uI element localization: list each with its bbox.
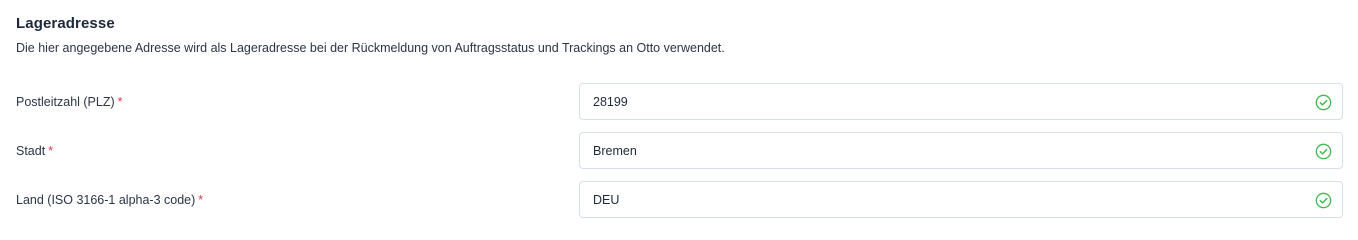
- city-value: Bremen: [593, 144, 637, 158]
- required-marker: *: [117, 95, 123, 109]
- section-title: Lageradresse: [16, 15, 115, 32]
- postal-code-label-text: Postleitzahl (PLZ): [16, 95, 115, 109]
- check-circle-icon: [1315, 94, 1332, 111]
- postal-code-value: 28199: [593, 95, 628, 109]
- section-description: Die hier angegebene Adresse wird als Lag…: [16, 41, 725, 55]
- country-value: DEU: [593, 193, 620, 207]
- warehouse-address-section: Lageradresse Die hier angegebene Adresse…: [0, 0, 1358, 239]
- country-input[interactable]: DEU: [579, 181, 1343, 218]
- required-marker: *: [198, 193, 204, 207]
- required-marker: *: [48, 144, 54, 158]
- country-label: Land (ISO 3166-1 alpha-3 code) *: [16, 193, 203, 207]
- check-circle-icon: [1315, 143, 1332, 160]
- city-label: Stadt *: [16, 144, 53, 158]
- form-row-country: Land (ISO 3166-1 alpha-3 code) * DEU: [0, 181, 1358, 220]
- postal-code-label: Postleitzahl (PLZ) *: [16, 95, 123, 109]
- postal-code-input[interactable]: 28199: [579, 83, 1343, 120]
- city-label-text: Stadt: [16, 144, 46, 158]
- form-row-city: Stadt * Bremen: [0, 132, 1358, 171]
- check-circle-icon: [1315, 192, 1332, 209]
- form-row-postal-code: Postleitzahl (PLZ) * 28199: [0, 83, 1358, 122]
- country-label-text: Land (ISO 3166-1 alpha-3 code): [16, 193, 196, 207]
- city-input[interactable]: Bremen: [579, 132, 1343, 169]
